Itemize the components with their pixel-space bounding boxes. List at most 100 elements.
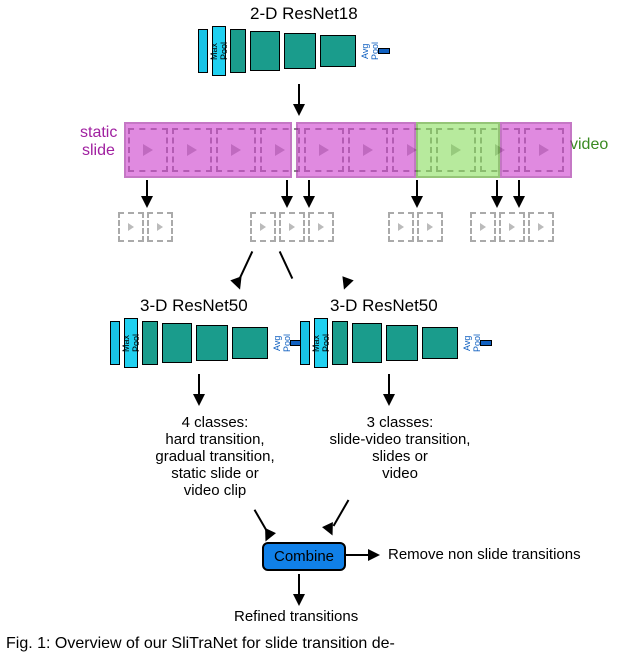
arrow-line <box>286 180 288 196</box>
figure-caption: Fig. 1: Overview of our SliTraNet for sl… <box>6 635 626 653</box>
arrow-head <box>141 196 153 208</box>
play-icon <box>398 223 404 231</box>
res-block-3 <box>196 325 228 361</box>
small-frame <box>417 212 443 242</box>
clip-3 <box>388 212 443 242</box>
right-classes: 3 classes: slide-video transition, slide… <box>310 414 490 482</box>
avgpool-block: Avg Pool <box>462 328 476 358</box>
arrow-head <box>193 394 205 406</box>
play-icon <box>538 223 544 231</box>
clip-1 <box>118 212 173 242</box>
small-frame <box>147 212 173 242</box>
small-frame <box>250 212 276 242</box>
res-block-3 <box>386 325 418 361</box>
static-label-1: static <box>80 124 117 142</box>
overlay-static-3 <box>500 122 572 178</box>
maxpool-label: Max Pool <box>209 39 229 63</box>
left-3d-title: 3-D ResNet50 <box>140 296 248 316</box>
avgpool-label: Avg Pool <box>462 328 482 358</box>
res-block-4 <box>422 327 458 359</box>
arrow-line <box>496 180 498 196</box>
small-frame <box>118 212 144 242</box>
arrow-line <box>518 180 520 196</box>
arrow-line-h <box>344 554 368 556</box>
arrow-head <box>368 549 380 561</box>
small-frame <box>528 212 554 242</box>
arrow-head <box>293 594 305 606</box>
resnet50-left-row: Max Pool Avg Pool <box>110 318 302 368</box>
overlay-static-1 <box>124 122 292 178</box>
video-label: video <box>570 136 608 154</box>
res-block-1 <box>230 29 246 73</box>
conv1-block <box>198 29 208 73</box>
res-block-4 <box>320 35 356 67</box>
res-block-2 <box>250 31 280 71</box>
maxpool-block: Max Pool <box>212 26 226 76</box>
static-label-2: slide <box>82 142 115 160</box>
arrow-line <box>388 374 390 394</box>
arrow-line <box>198 374 200 394</box>
avgpool-block: Avg Pool <box>360 36 374 66</box>
res-block-2 <box>352 323 382 363</box>
res-block-1 <box>142 321 158 365</box>
play-icon <box>318 223 324 231</box>
arrow-head <box>303 196 315 208</box>
small-frame <box>308 212 334 242</box>
arrow-head-1 <box>293 104 305 116</box>
arrow-line <box>308 180 310 196</box>
left-c5: video clip <box>140 482 290 499</box>
arrow-diag <box>279 251 293 279</box>
maxpool-block: Max Pool <box>314 318 328 368</box>
arrow-head <box>383 394 395 406</box>
right-3d-title: 3-D ResNet50 <box>330 296 438 316</box>
left-classes: 4 classes: hard transition, gradual tran… <box>140 414 290 499</box>
maxpool-block: Max Pool <box>124 318 138 368</box>
small-frame <box>470 212 496 242</box>
clip-4 <box>470 212 554 242</box>
res-block-1 <box>332 321 348 365</box>
play-icon <box>509 223 515 231</box>
refined-label: Refined transitions <box>234 608 358 625</box>
arrow-head <box>281 196 293 208</box>
play-icon <box>157 223 163 231</box>
conv1-block <box>110 321 120 365</box>
right-c2: slide-video transition, <box>310 431 490 448</box>
combine-box: Combine <box>262 542 346 571</box>
arrow-head <box>338 276 353 291</box>
small-frame <box>499 212 525 242</box>
right-c4: video <box>310 465 490 482</box>
small-frame <box>279 212 305 242</box>
right-c3: slides or <box>310 448 490 465</box>
arrow-line-1 <box>298 84 300 104</box>
play-icon <box>128 223 134 231</box>
avgpool-label: Avg Pool <box>360 36 380 66</box>
play-icon <box>480 223 486 231</box>
arrow-head <box>513 196 525 208</box>
arrow-diag <box>239 251 253 279</box>
maxpool-label: Max Pool <box>121 331 141 355</box>
arrow-head <box>322 522 338 538</box>
res-block-3 <box>284 33 316 69</box>
arrow-head <box>230 276 245 291</box>
arrow-diag <box>333 500 350 527</box>
avgpool-block: Avg Pool <box>272 328 286 358</box>
overlay-static-2 <box>296 122 416 178</box>
resnet18-row: Max Pool Avg Pool <box>198 26 390 76</box>
clip-2 <box>250 212 334 242</box>
avgpool-label: Avg Pool <box>272 328 292 358</box>
left-c2: hard transition, <box>140 431 290 448</box>
overlay-video <box>416 122 500 178</box>
arrow-line <box>416 180 418 196</box>
arrow-head <box>491 196 503 208</box>
arrow-line <box>298 574 300 594</box>
arrow-head <box>411 196 423 208</box>
left-c4: static slide or <box>140 465 290 482</box>
maxpool-label: Max Pool <box>311 331 331 355</box>
play-icon <box>427 223 433 231</box>
conv1-block <box>300 321 310 365</box>
left-c1: 4 classes: <box>140 414 290 431</box>
small-frame <box>388 212 414 242</box>
remove-label: Remove non slide transitions <box>388 546 581 563</box>
resnet50-right-row: Max Pool Avg Pool <box>300 318 492 368</box>
res-block-4 <box>232 327 268 359</box>
